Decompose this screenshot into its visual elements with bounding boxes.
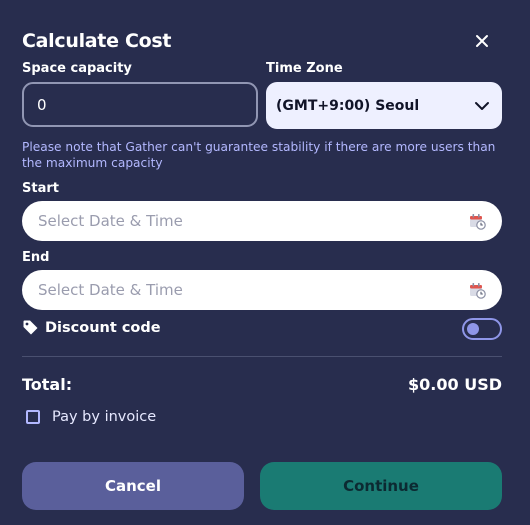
end-datetime-input[interactable]: Select Date & Time: [22, 270, 502, 310]
total-value: $0.00 USD: [408, 375, 502, 394]
calendar-clock-icon: [470, 282, 486, 299]
time-zone-value: (GMT+9:00) Seoul: [276, 97, 420, 114]
cancel-button[interactable]: Cancel: [22, 462, 244, 510]
calendar-clock-icon: [470, 213, 486, 230]
pay-by-invoice-checkbox[interactable]: [26, 410, 40, 424]
discount-code-row: Discount code: [22, 319, 161, 336]
close-icon: [476, 35, 488, 47]
close-button[interactable]: [472, 31, 492, 51]
continue-button[interactable]: Continue: [260, 462, 502, 510]
start-datetime-input[interactable]: Select Date & Time: [22, 201, 502, 241]
time-zone-select[interactable]: (GMT+9:00) Seoul: [266, 82, 502, 129]
time-zone-label: Time Zone: [266, 61, 343, 76]
chevron-down-icon: [475, 101, 489, 110]
dialog-title: Calculate Cost: [22, 30, 172, 52]
pay-by-invoice-label: Pay by invoice: [52, 409, 157, 425]
end-placeholder: Select Date & Time: [38, 281, 183, 299]
discount-code-label: Discount code: [45, 319, 161, 336]
capacity-note: Please note that Gather can't guarantee …: [22, 140, 496, 170]
total-label: Total:: [22, 375, 73, 394]
space-capacity-label: Space capacity: [22, 61, 132, 76]
end-label: End: [22, 250, 50, 265]
start-placeholder: Select Date & Time: [38, 212, 183, 230]
space-capacity-input[interactable]: [22, 82, 258, 127]
discount-code-toggle[interactable]: [462, 318, 502, 340]
pay-by-invoice-option[interactable]: Pay by invoice: [26, 409, 156, 425]
toggle-knob: [467, 323, 479, 335]
tag-icon: [23, 320, 38, 335]
divider: [22, 356, 502, 357]
start-label: Start: [22, 181, 59, 196]
